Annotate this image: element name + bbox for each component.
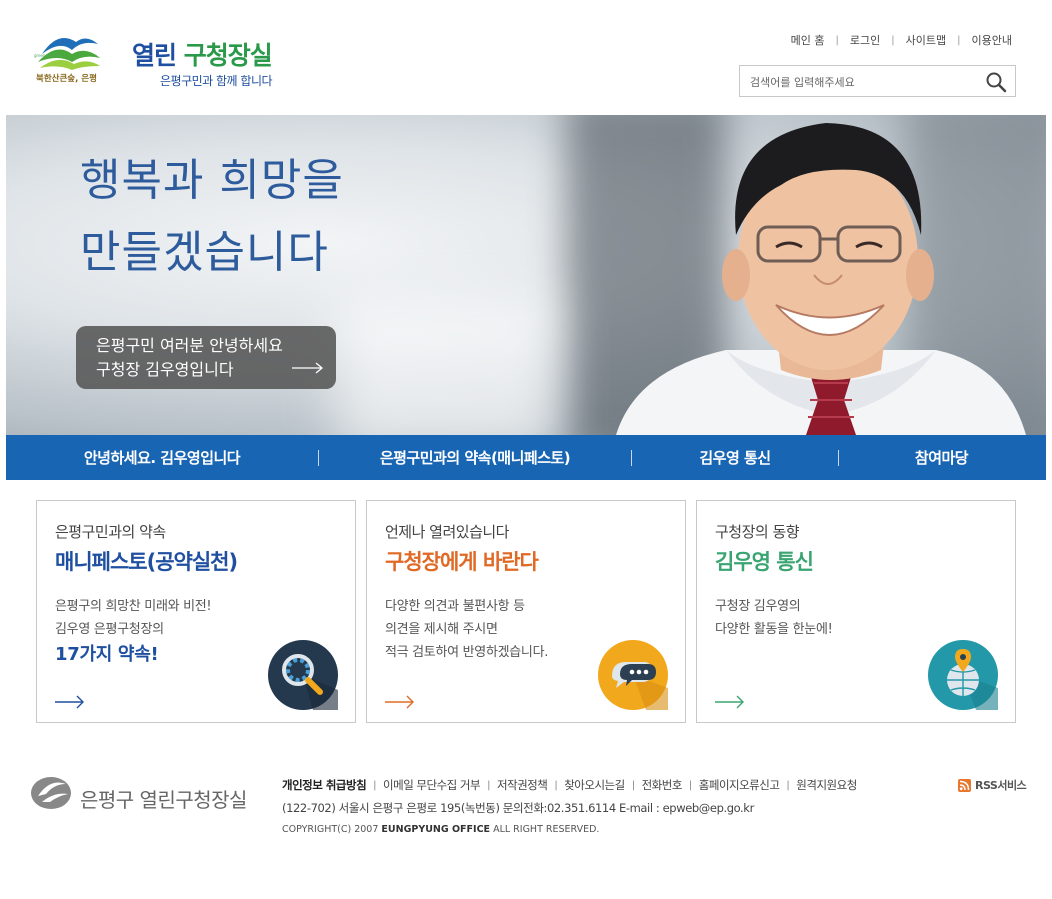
svg-text:green chance: green chance — [34, 53, 62, 58]
footer-separator: | — [631, 779, 635, 791]
footer-separator: | — [786, 779, 790, 791]
card-title: 김우영 통신 — [715, 550, 814, 574]
card-description: 구청장 김우영의 다양한 활동을 한눈에! — [715, 599, 833, 637]
footer-link-phone[interactable]: 전화번호 — [642, 777, 683, 793]
footer-copyright: COPYRIGHT(C) 2007 EUNGPYUNG OFFICE ALL R… — [282, 824, 600, 835]
card-description: 은평구의 희망찬 미래와 비전! 김우영 은평구청장의 17가지 약속! — [55, 599, 212, 665]
nav-separator: | — [891, 34, 895, 46]
menu-manifesto[interactable]: 은평구민과의 약속(매니페스토) — [319, 447, 631, 468]
footer-address: (122-702) 서울시 은평구 은평로 195(녹번동) 문의전화:02.3… — [282, 801, 754, 815]
nav-separator: | — [957, 34, 961, 46]
top-utility-nav: 메인 홈 | 로그인 | 사이트맵 | 이용안내 — [787, 32, 1016, 48]
card-kicker: 언제나 열려있습니다 — [385, 523, 509, 541]
magnifier-gear-icon — [268, 640, 338, 710]
menu-participation[interactable]: 참여마당 — [839, 447, 1044, 468]
logo-tagline: 북한산큰숲, 은평 — [36, 73, 97, 84]
footer-separator: | — [487, 779, 490, 791]
arrow-right-icon — [292, 362, 324, 374]
nav-sitemap[interactable]: 사이트맵 — [902, 32, 950, 48]
footer-link-error-report[interactable]: 홈페이지오류신고 — [699, 777, 780, 793]
rss-service-link[interactable]: RSS서비스 — [958, 777, 1027, 793]
card-kicker: 은평구민과의 약속 — [55, 523, 166, 541]
arrow-right-icon[interactable] — [715, 695, 745, 709]
rss-label: RSS서비스 — [975, 779, 1027, 792]
nav-usage-guide[interactable]: 이용안내 — [968, 32, 1016, 48]
nav-separator: | — [835, 34, 839, 46]
globe-pin-icon — [928, 640, 998, 710]
menu-newsletter[interactable]: 김우영 통신 — [632, 447, 838, 468]
nav-main-home[interactable]: 메인 홈 — [787, 32, 829, 48]
mayor-portrait — [616, 123, 1026, 435]
site-subtitle: 은평구민과 함께 합니다 — [160, 74, 273, 88]
card-title: 매니페스토(공약실천) — [55, 550, 238, 574]
card-description: 다양한 의견과 불편사항 등 의견을 제시해 주시면 적극 검토하여 반영하겠습… — [385, 599, 549, 660]
district-logo-emblem[interactable]: green chance 북한산큰숲, 은평 — [32, 28, 104, 84]
menu-greeting[interactable]: 안녕하세요. 김우영입니다 — [6, 447, 318, 468]
footer-separator: | — [688, 779, 692, 791]
footer-link-copyright-policy[interactable]: 저작권정책 — [497, 777, 548, 793]
search-box — [739, 65, 1016, 97]
hero-banner: 행복과 희망을 만들겠습니다 은평구민 여러분 안녕하세요 구청장 김우영입니다 — [6, 115, 1046, 435]
greeting-line-1: 은평구민 여러분 안녕하세요 — [96, 336, 283, 355]
footer-links: 개인정보 취급방침 | 이메일 무단수집 거부 | 저작권정책 | 찾아오시는길… — [282, 777, 857, 793]
arrow-right-icon[interactable] — [55, 695, 85, 709]
rss-icon — [958, 778, 971, 792]
card-suggestion[interactable]: 언제나 열려있습니다 구청장에게 바란다 다양한 의견과 불편사항 등 의견을 … — [366, 500, 686, 723]
card-manifesto[interactable]: 은평구민과의 약속 매니페스토(공약실천) 은평구의 희망찬 미래와 비전! 김… — [36, 500, 356, 723]
site-title[interactable]: 열린 구청장실 — [132, 36, 273, 72]
footer-logo-icon — [31, 777, 71, 809]
footer-link-directions[interactable]: 찾아오시는길 — [564, 777, 625, 793]
arrow-right-icon[interactable] — [385, 695, 415, 709]
footer-separator: | — [373, 779, 377, 791]
search-input[interactable] — [750, 73, 980, 91]
footer-logo-text: 은평구 열린구청장실 — [80, 788, 247, 812]
card-title: 구청장에게 바란다 — [385, 550, 539, 574]
chat-bubble-icon — [598, 640, 668, 710]
card-emphasis: 17가지 약속! — [55, 644, 159, 665]
footer-link-email-refusal[interactable]: 이메일 무단수집 거부 — [383, 777, 481, 793]
greeting-button[interactable]: 은평구민 여러분 안녕하세요 구청장 김우영입니다 — [76, 326, 336, 389]
search-icon[interactable] — [985, 71, 1007, 93]
main-menu-bar: 안녕하세요. 김우영입니다 은평구민과의 약속(매니페스토) 김우영 통신 참여… — [6, 435, 1046, 480]
footer-link-privacy[interactable]: 개인정보 취급방침 — [282, 777, 367, 793]
nav-login[interactable]: 로그인 — [846, 32, 884, 48]
footer-link-remote-support[interactable]: 원격지원요청 — [796, 777, 857, 793]
hero-headline: 행복과 희망을 만들겠습니다 — [80, 155, 344, 278]
card-newsletter[interactable]: 구청장의 동향 김우영 통신 구청장 김우영의 다양한 활동을 한눈에! — [696, 500, 1016, 723]
card-kicker: 구청장의 동향 — [715, 523, 800, 541]
footer-separator: | — [554, 779, 558, 791]
